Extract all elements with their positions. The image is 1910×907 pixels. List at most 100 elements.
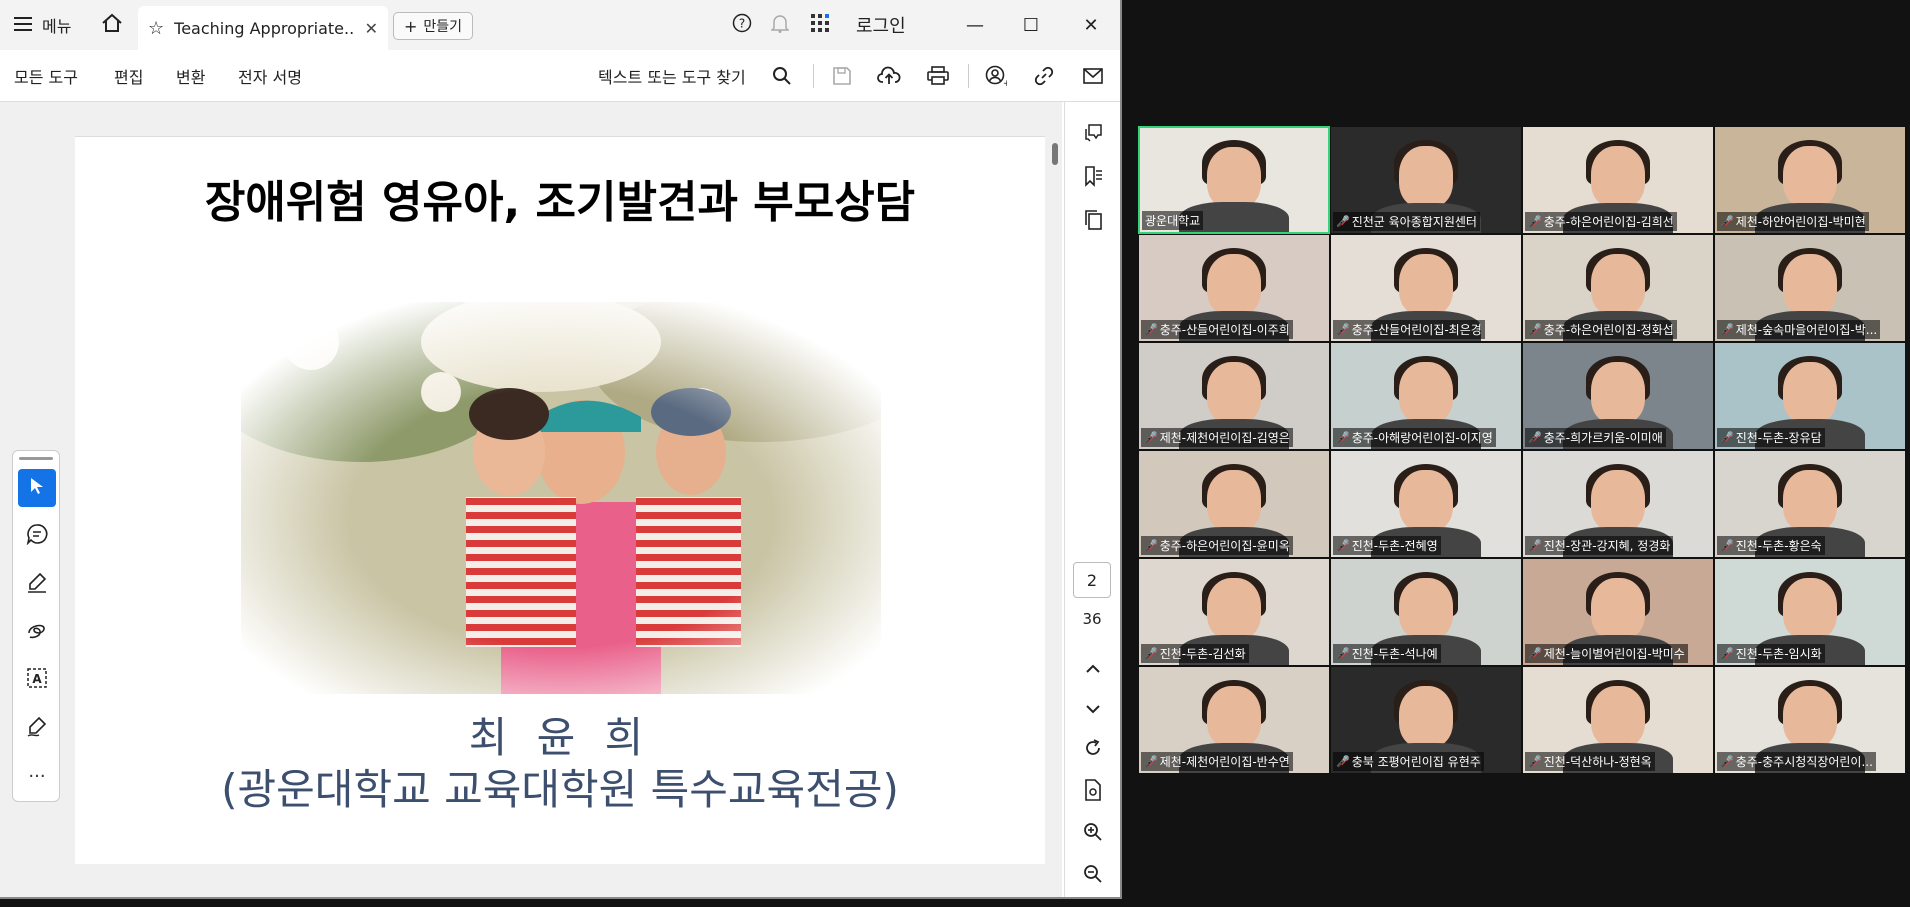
participant-tile[interactable]: 🎤̸ 충주-하은어린이집-정화섭 xyxy=(1522,234,1714,342)
participant-name-label: 🎤̸ 진천-두촌-황은숙 xyxy=(1717,536,1825,555)
participant-name-label: 🎤̸ 제천-제천어린이집-김영은 xyxy=(1141,428,1293,447)
mic-muted-icon: 🎤̸ xyxy=(1144,431,1158,444)
rotate-icon xyxy=(1083,738,1103,762)
participant-tile[interactable]: 🎤̸ 진천-두촌-전혜영 xyxy=(1330,450,1522,558)
login-button[interactable]: 로그인 xyxy=(856,0,906,50)
zoom-out-button[interactable] xyxy=(1079,862,1107,890)
mic-muted-icon: 🎤̸ xyxy=(1528,647,1542,660)
close-tab-icon[interactable]: ✕ xyxy=(365,19,378,38)
new-button[interactable]: + 만들기 xyxy=(393,12,474,40)
text-tool-button[interactable]: A xyxy=(18,661,56,699)
participant-tile[interactable]: 🎤̸ 충북 조평어린이집 유현주 xyxy=(1330,666,1522,774)
menu-e-sign[interactable]: 전자 서명 xyxy=(238,50,302,102)
participant-face xyxy=(1783,578,1837,641)
participant-tile[interactable]: 🎤̸ 진천-두촌-장유담 xyxy=(1714,342,1906,450)
participant-name: 진천-두촌-김선화 xyxy=(1159,647,1246,661)
share-user-icon[interactable]: + xyxy=(984,64,1008,88)
menu-edit[interactable]: 편집 xyxy=(114,50,143,102)
participant-name: 충주-하은어린이집-정화섭 xyxy=(1543,323,1674,337)
highlight-tool-button[interactable] xyxy=(18,565,56,603)
comments-panel-button[interactable] xyxy=(1079,120,1107,148)
participant-tile[interactable]: 광운대학교 xyxy=(1138,126,1330,234)
participant-tile[interactable]: 🎤̸ 충주-아해랑어린이집-이지영 xyxy=(1330,342,1522,450)
participant-tile[interactable]: 🎤̸ 진천-두촌-임시화 xyxy=(1714,558,1906,666)
vertical-scrollbar[interactable] xyxy=(1052,143,1058,165)
participant-tile[interactable]: 🎤̸ 충주-충주시청직장어린이... xyxy=(1714,666,1906,774)
participant-name-label: 🎤̸ 충북 조평어린이집 유현주 xyxy=(1333,752,1484,771)
sign-tool-button[interactable] xyxy=(18,709,56,747)
menu-all-tools[interactable]: 모든 도구 xyxy=(14,50,78,102)
bell-icon xyxy=(770,13,790,37)
main-toolbar: 모든 도구 편집 변환 전자 서명 텍스트 또는 도구 찾기 + xyxy=(0,50,1120,102)
tab-document[interactable]: ☆ Teaching Appropriate... ✕ xyxy=(138,6,388,50)
search-icon[interactable] xyxy=(770,64,794,88)
participant-tile[interactable]: 🎤̸ 충주-산들어린이집-이주희 xyxy=(1138,234,1330,342)
print-icon[interactable] xyxy=(926,64,950,88)
link-icon[interactable] xyxy=(1032,64,1056,88)
document-area[interactable]: 장애위험 영유아, 조기발견과 부모상담 최 윤 희 (광운대학교 교육대학원 … xyxy=(0,102,1062,897)
home-button[interactable] xyxy=(98,0,126,50)
participant-face xyxy=(1207,470,1261,533)
draw-tool-button[interactable] xyxy=(18,613,56,651)
pages-panel-button[interactable] xyxy=(1079,208,1107,236)
star-icon[interactable]: ☆ xyxy=(148,18,164,39)
participant-tile[interactable]: 🎤̸ 제천-제천어린이집-반수연 xyxy=(1138,666,1330,774)
participant-tile[interactable]: 🎤̸ 진천-두촌-석나예 xyxy=(1330,558,1522,666)
mic-muted-icon: 🎤̸ xyxy=(1720,431,1734,444)
current-page-input[interactable]: 2 xyxy=(1073,562,1111,598)
notification-button[interactable] xyxy=(768,0,792,50)
zoom-in-button[interactable] xyxy=(1079,820,1107,848)
participant-tile[interactable]: 🎤̸ 진천-덕산하나-정현옥 xyxy=(1522,666,1714,774)
drag-handle[interactable] xyxy=(19,457,53,460)
mic-muted-icon: 🎤̸ xyxy=(1528,755,1542,768)
mic-muted-icon: 🎤̸ xyxy=(1336,539,1350,552)
freehand-icon xyxy=(26,619,48,645)
participant-name: 진천-두촌-황은숙 xyxy=(1735,539,1822,553)
participant-tile[interactable]: 🎤̸ 제천-제천어린이집-김영은 xyxy=(1138,342,1330,450)
participant-name-label: 🎤̸ 진천-두촌-임시화 xyxy=(1717,644,1825,663)
participant-name-label: 🎤̸ 진천군 육아종합지원센터 xyxy=(1333,212,1480,231)
participant-tile[interactable]: 🎤̸ 제천-늘이별어린이집-박미수 xyxy=(1522,558,1714,666)
participant-face xyxy=(1591,686,1645,749)
previous-page-button[interactable] xyxy=(1079,654,1107,682)
next-page-button[interactable] xyxy=(1079,694,1107,722)
participant-tile[interactable]: 🎤̸ 제천-하얀어린이집-박미현 xyxy=(1714,126,1906,234)
participant-tile[interactable]: 🎤̸ 충주-산들어린이집-최은경 xyxy=(1330,234,1522,342)
participant-tile[interactable]: 🎤̸ 진천-두촌-김선화 xyxy=(1138,558,1330,666)
page-display-button[interactable] xyxy=(1079,778,1107,806)
participant-tile[interactable]: 🎤̸ 진천-장관-강지혜, 정경화 xyxy=(1522,450,1714,558)
mic-muted-icon: 🎤̸ xyxy=(1528,431,1542,444)
participant-tile[interactable]: 🎤̸ 진천군 육아종합지원센터 xyxy=(1330,126,1522,234)
more-tools-button[interactable]: ··· xyxy=(18,757,56,795)
total-pages: 36 xyxy=(1082,610,1102,628)
participant-tile[interactable]: 🎤̸ 충주-하은어린이집-김희선 xyxy=(1522,126,1714,234)
participant-tile[interactable]: 🎤̸ 제천-숲속마을어린이집-박... xyxy=(1714,234,1906,342)
save-icon[interactable] xyxy=(830,64,854,88)
select-tool-button[interactable] xyxy=(18,469,56,507)
slide-affiliation: (광운대학교 교육대학원 특수교육전공) xyxy=(221,765,899,814)
help-button[interactable]: ? xyxy=(730,0,754,50)
minimize-button[interactable]: — xyxy=(960,0,990,50)
mic-muted-icon: 🎤̸ xyxy=(1336,215,1350,228)
comment-tool-button[interactable] xyxy=(18,517,56,555)
rotate-button[interactable] xyxy=(1079,736,1107,764)
apps-button[interactable] xyxy=(808,0,832,50)
mail-icon[interactable] xyxy=(1081,64,1105,88)
menu-convert[interactable]: 변환 xyxy=(176,50,205,102)
close-window-button[interactable]: ✕ xyxy=(1076,0,1106,50)
upload-cloud-icon[interactable] xyxy=(877,64,901,88)
plus-icon: + xyxy=(404,16,418,36)
participant-tile[interactable]: 🎤̸ 진천-두촌-황은숙 xyxy=(1714,450,1906,558)
participant-tile[interactable]: 🎤̸ 충주-희가르키움-이미애 xyxy=(1522,342,1714,450)
slide-photo xyxy=(241,302,881,694)
tool-search-box[interactable]: 텍스트 또는 도구 찾기 xyxy=(598,50,746,102)
participant-tile[interactable]: 🎤̸ 충주-하은어린이집-윤미옥 xyxy=(1138,450,1330,558)
comment-icon xyxy=(26,523,48,549)
participant-name-label: 🎤̸ 진천-두촌-김선화 xyxy=(1141,644,1249,663)
bookmarks-panel-button[interactable] xyxy=(1079,164,1107,192)
maximize-button[interactable]: ☐ xyxy=(1016,0,1046,50)
home-icon xyxy=(101,13,123,37)
participant-name: 제천-늘이별어린이집-박미수 xyxy=(1543,647,1685,661)
menu-button[interactable]: 메뉴 xyxy=(14,0,71,50)
mic-muted-icon: 🎤̸ xyxy=(1720,215,1734,228)
